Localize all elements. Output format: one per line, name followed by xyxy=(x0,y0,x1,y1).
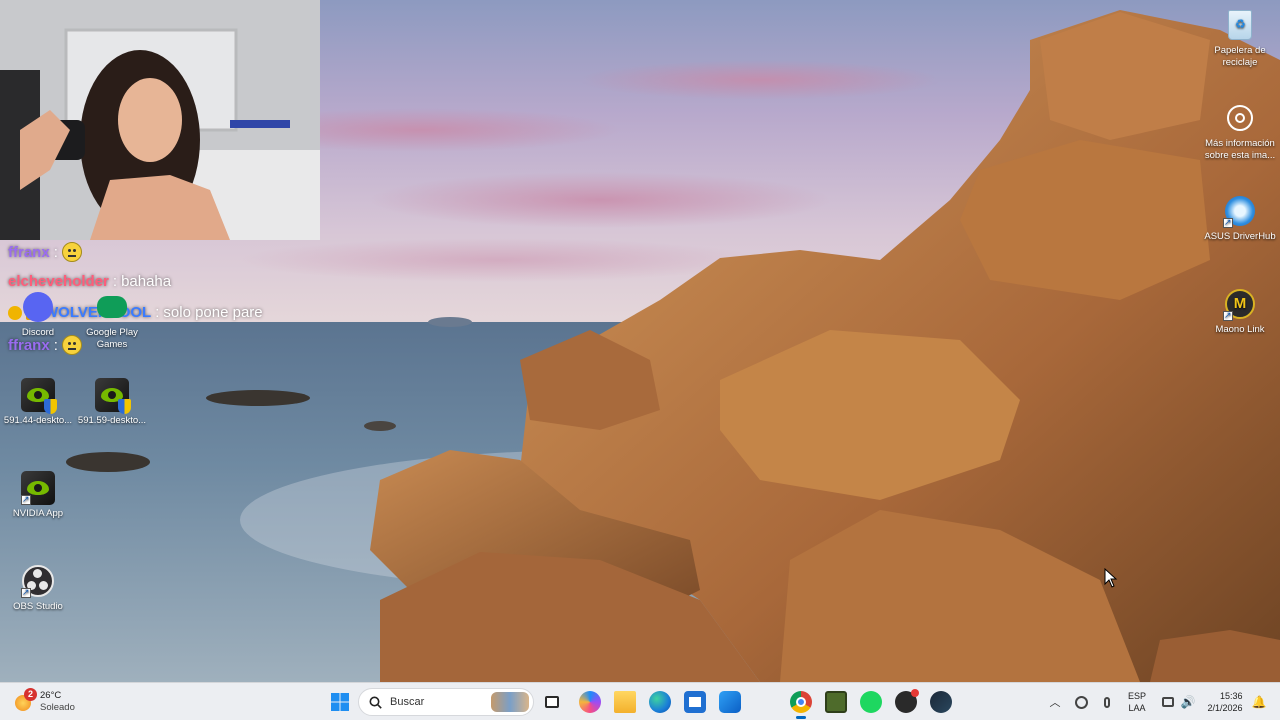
clock-date: 2/1/2026 xyxy=(1207,703,1243,713)
taskbar-steam[interactable] xyxy=(928,683,954,720)
store-icon xyxy=(684,691,706,713)
tray-network[interactable] xyxy=(1070,683,1092,720)
taskbar-edge[interactable] xyxy=(647,683,673,720)
chat-separator: : xyxy=(53,243,58,261)
language-code: ESP xyxy=(1127,691,1146,701)
desktop-icon-more-info[interactable]: Más información sobre esta ima... xyxy=(1203,101,1277,162)
taskbar-file-explorer[interactable] xyxy=(612,683,638,720)
tray-display[interactable] xyxy=(1158,683,1178,720)
chat-username: ffranx xyxy=(8,336,50,354)
taskbar-search-box[interactable]: Buscar xyxy=(358,688,534,716)
nvidia-icon xyxy=(95,378,131,414)
desktop-icon-label: NVIDIA App xyxy=(12,508,64,519)
obs-icon xyxy=(21,564,55,598)
chat-message: ffranx : xyxy=(8,242,82,262)
desktop-icon-label: Maono Link xyxy=(1215,324,1265,335)
copilot-icon xyxy=(579,691,601,713)
mouse-pointer-icon xyxy=(1104,568,1118,588)
camera-info-icon xyxy=(1223,101,1257,135)
taskbar-app-recording[interactable] xyxy=(893,683,919,720)
start-button[interactable] xyxy=(328,683,352,720)
display-icon xyxy=(1162,697,1174,707)
taskbar-store[interactable] xyxy=(682,683,708,720)
search-placeholder: Buscar xyxy=(390,696,425,708)
sun-icon: 2 xyxy=(12,688,37,713)
spotify-icon xyxy=(860,691,882,713)
active-app-indicator xyxy=(796,716,806,719)
chrome-icon xyxy=(790,691,812,713)
chat-text: bahaha xyxy=(121,273,172,290)
chat-username: ffranx xyxy=(8,243,50,261)
weather-temperature: 26°C xyxy=(40,690,62,701)
desktop-icon-discord[interactable]: Discord xyxy=(1,290,75,339)
desktop-icon-recycle-bin[interactable]: ♻ Papelera de reciclaje xyxy=(1203,8,1277,69)
desktop-icon-maono-link[interactable]: M Maono Link xyxy=(1203,287,1277,336)
weather-badge: 2 xyxy=(24,688,37,701)
windows-logo-icon xyxy=(331,693,349,711)
speaker-icon: 🔊 xyxy=(1180,695,1196,709)
taskbar-copilot[interactable] xyxy=(577,683,603,720)
desktop-icon-label: 591.44-deskto... xyxy=(3,415,73,426)
tray-microphone[interactable] xyxy=(1096,683,1118,720)
chat-message: elcheveholder : bahaha xyxy=(8,273,171,290)
steam-icon xyxy=(930,691,952,713)
task-view-icon xyxy=(545,696,559,708)
desktop-icon-nvidia-app[interactable]: NVIDIA App xyxy=(1,471,75,520)
clock[interactable]: 15:36 2/1/2026 xyxy=(1200,683,1250,720)
language-indicator[interactable]: ESP LAA xyxy=(1122,683,1152,720)
desktop-icon-google-play-games[interactable]: Google Play Games xyxy=(75,290,149,351)
desktop-icon-nvidia-installer-2[interactable]: 591.59-deskto... xyxy=(75,378,149,427)
desktop-icon-label: Discord xyxy=(21,327,55,338)
outlook-icon xyxy=(719,691,741,713)
desktop-icon-label: 591.59-deskto... xyxy=(77,415,147,426)
taskbar: 2 26°C Soleado Buscar ︿ ESP LAA 🔊 15:36 … xyxy=(0,682,1280,720)
chat-separator: : xyxy=(155,304,160,321)
search-icon xyxy=(369,696,382,709)
nvidia-icon xyxy=(21,378,57,414)
nvidia-app-icon xyxy=(21,471,55,505)
show-hidden-icons-button[interactable]: ︿ xyxy=(1046,683,1064,720)
asus-driverhub-icon xyxy=(1223,194,1257,228)
weather-description: Soleado xyxy=(40,702,75,713)
maono-link-icon: M xyxy=(1223,287,1257,321)
tray-volume[interactable]: 🔊 xyxy=(1178,683,1198,720)
record-app-icon xyxy=(895,689,919,713)
desktop-icon-asus-driverhub[interactable]: ASUS DriverHub xyxy=(1203,194,1277,243)
desktop-icon-label: Google Play Games xyxy=(86,327,138,350)
clock-time: 15:36 xyxy=(1219,691,1243,701)
bell-icon: 🔔 xyxy=(1251,695,1267,709)
webcam-overlay xyxy=(0,0,320,240)
desktop-icon-nvidia-installer-1[interactable]: 591.44-deskto... xyxy=(1,378,75,427)
keyboard-layout: LAA xyxy=(1128,703,1146,713)
chevron-up-icon: ︿ xyxy=(1049,697,1061,709)
taskbar-spotify[interactable] xyxy=(858,683,884,720)
minecraft-icon xyxy=(825,691,847,713)
search-highlight-image xyxy=(491,692,529,712)
desktop-icon-label: Más información sobre esta ima... xyxy=(1204,138,1276,161)
desktop-icon-label: ASUS DriverHub xyxy=(1204,231,1276,242)
microphone-icon xyxy=(1104,696,1110,708)
taskbar-chrome[interactable] xyxy=(788,683,814,720)
taskbar-minecraft[interactable] xyxy=(823,683,849,720)
recycle-bin-icon: ♻ xyxy=(1223,8,1257,42)
desktop-icon-obs-studio[interactable]: OBS Studio xyxy=(1,564,75,613)
chat-username: elcheveholder xyxy=(8,273,109,290)
network-icon xyxy=(1074,695,1088,709)
task-view-button[interactable] xyxy=(540,683,564,720)
chat-separator: : xyxy=(53,336,58,354)
chat-text: solo pone pare xyxy=(163,304,263,321)
notifications-button[interactable]: 🔔 xyxy=(1250,683,1268,720)
desktop-icon-label: Papelera de reciclaje xyxy=(1214,45,1266,68)
folder-icon xyxy=(614,691,636,713)
neutral-face-emoji xyxy=(61,242,82,262)
taskbar-outlook[interactable] xyxy=(717,683,743,720)
discord-icon xyxy=(21,290,55,324)
google-play-games-icon xyxy=(95,290,129,324)
chat-separator: : xyxy=(112,273,118,290)
weather-widget[interactable]: 2 26°C Soleado xyxy=(12,683,92,720)
edge-icon xyxy=(649,691,671,713)
desktop-icon-label: OBS Studio xyxy=(13,601,63,612)
